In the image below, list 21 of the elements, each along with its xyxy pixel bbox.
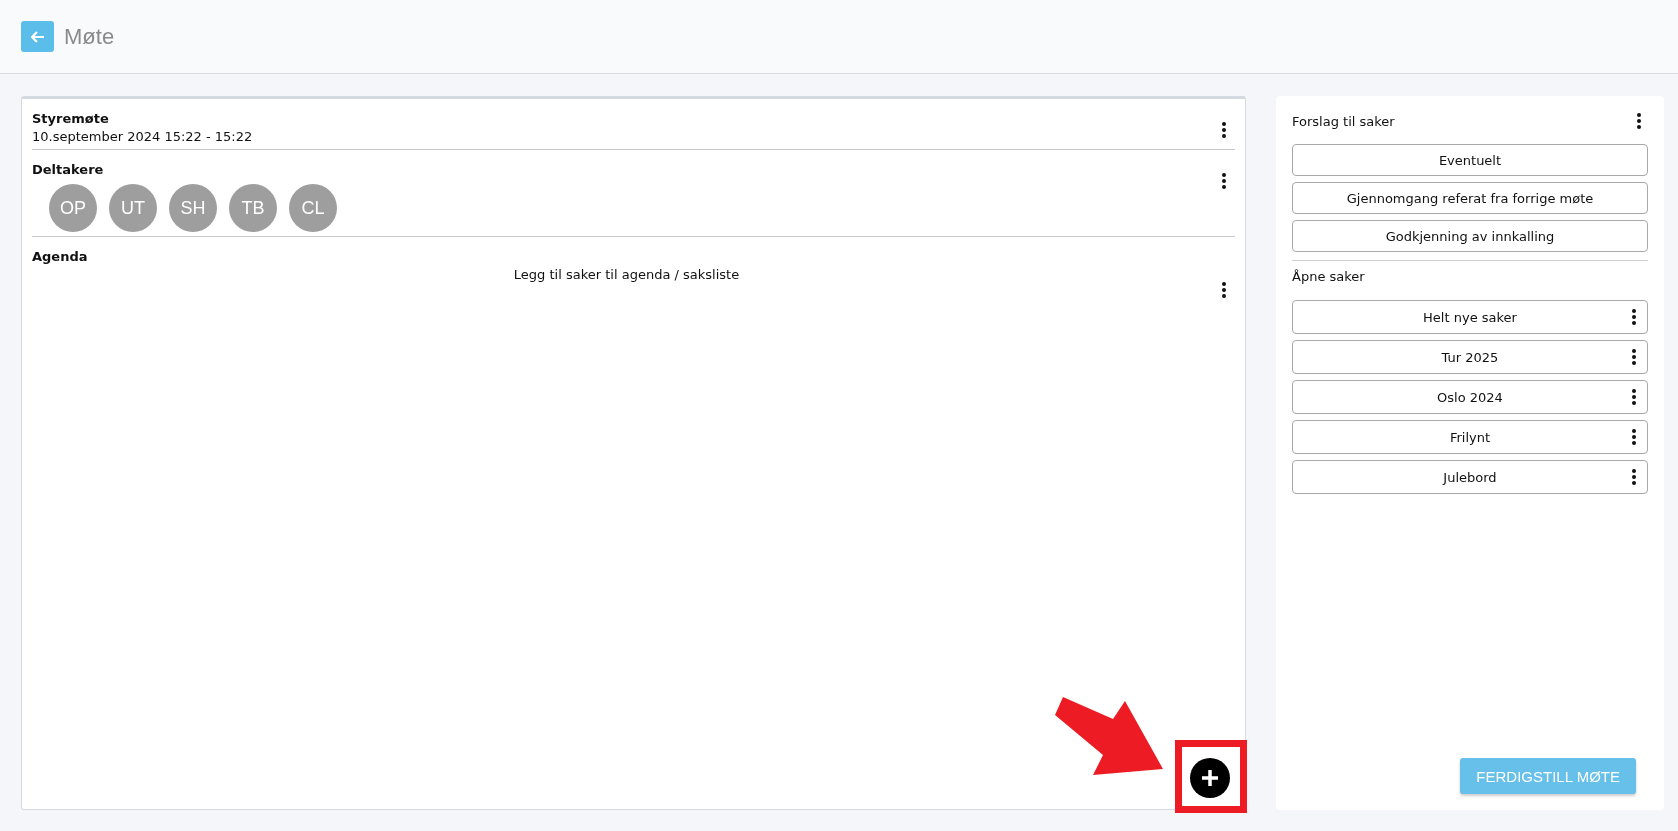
open-item-label: Frilynt <box>1449 429 1491 445</box>
agenda-empty-hint: Legg til saker til agenda / saksliste <box>512 267 741 282</box>
participants-heading: Deltakere <box>32 162 105 177</box>
suggestion-item[interactable]: Eventuelt <box>1292 144 1648 176</box>
open-item-label: Tur 2025 <box>1441 349 1499 365</box>
open-item[interactable]: Julebord <box>1292 460 1648 494</box>
open-items-heading: Åpne saker <box>1292 268 1366 286</box>
open-item[interactable]: Oslo 2024 <box>1292 380 1648 414</box>
open-item-label: Helt nye saker <box>1423 309 1517 325</box>
open-item[interactable]: Frilynt <box>1292 420 1648 454</box>
open-item-label: Oslo 2024 <box>1437 389 1503 405</box>
meeting-title: Styremøte <box>32 111 110 126</box>
meeting-datetime: 10.september 2024 15:22 - 15:22 <box>32 129 254 146</box>
suggestion-item[interactable]: Gjennomgang referat fra forrige møte <box>1292 182 1648 214</box>
open-item[interactable]: Helt nye saker <box>1292 300 1648 334</box>
suggestion-item[interactable]: Godkjenning av innkalling <box>1292 220 1648 252</box>
agenda-heading: Agenda <box>32 249 89 264</box>
open-item[interactable]: Tur 2025 <box>1292 340 1648 374</box>
open-item-label: Julebord <box>1443 469 1497 485</box>
page-title: Møte <box>64 23 115 50</box>
suggestions-heading: Forslag til saker <box>1292 113 1395 129</box>
